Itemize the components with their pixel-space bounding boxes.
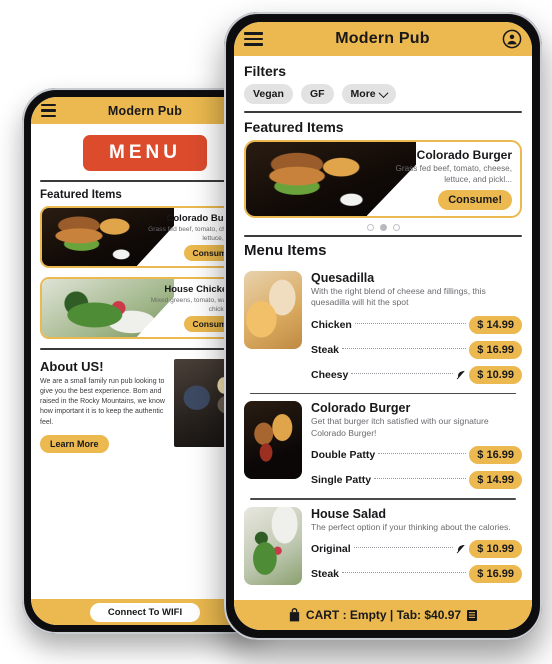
menu-option-label: Chicken (311, 318, 352, 331)
menu-option-row: Double Patty $ 16.99 (311, 445, 522, 464)
featured-heading: Featured Items (244, 119, 344, 135)
account-circle-icon[interactable] (502, 29, 522, 49)
menu-item-body: Colorado Burger Get that burger itch sat… (311, 401, 522, 489)
carousel-dot[interactable] (392, 224, 400, 231)
about-section: About US! We are a small family run pub … (40, 359, 250, 453)
dotted-leader (342, 571, 467, 573)
vegan-leaf-icon (456, 370, 466, 380)
menu-option-label: Steak (311, 567, 340, 580)
menu-item-desc: Get that burger itch satisfied with our … (311, 416, 489, 438)
menu-option-label: Double Patty (311, 448, 376, 461)
back-divider-2 (40, 348, 250, 350)
dotted-leader (342, 347, 467, 349)
front-app-body: Filters Vegan GF More Featured Items Col… (234, 56, 532, 600)
price-button[interactable]: $ 14.99 (469, 470, 522, 489)
vegan-leaf-icon (456, 544, 466, 554)
menu-option-label: Original (311, 542, 351, 555)
filters-divider (244, 111, 522, 113)
menu-option-label: Cheesy (311, 368, 349, 381)
menu-option-row: Single Patty $ 14.99 (311, 470, 522, 489)
hamburger-icon[interactable] (41, 104, 56, 117)
menu-item-body: House Salad The perfect option if your t… (311, 507, 522, 585)
menu-items-heading: Menu Items (244, 242, 327, 259)
front-app-header: Modern Pub (234, 22, 532, 56)
chevron-down-icon (378, 87, 389, 98)
menu-item-desc: With the right blend of cheese and filli… (311, 286, 486, 308)
front-phone-screen: Modern Pub Filters Vegan GF More Feature… (234, 22, 532, 630)
back-divider (40, 180, 250, 182)
cart-bottom-bar[interactable]: CART : Empty | Tab: $40.97 (234, 600, 532, 630)
consume-button[interactable]: Consume! (438, 190, 512, 210)
dotted-leader (374, 477, 467, 479)
menu-item-row[interactable]: House Salad The perfect option if your t… (244, 500, 522, 591)
shopping-bag-icon (289, 608, 300, 622)
filter-chip-label: Vegan (253, 88, 284, 100)
about-text-column: About US! We are a small family run pub … (40, 359, 166, 453)
featured-card[interactable]: Colorado Burger Grass fed beef, tomato, … (244, 140, 522, 218)
menu-option-row: Cheesy $ 10.99 (311, 365, 522, 384)
menu-option-row: Steak $ 16.99 (311, 340, 522, 359)
front-phone-device: Modern Pub Filters Vegan GF More Feature… (224, 12, 542, 640)
featured-item-desc: Grass fed beef, tomato, cheese, lettuce,… (395, 164, 512, 184)
filter-chip-label: GF (309, 88, 325, 100)
menu-item-name: Quesadilla (311, 271, 375, 285)
featured-item-name: Colorado Burger (416, 148, 512, 162)
menu-option-row: Chicken $ 14.99 (311, 315, 522, 334)
filter-chip-label: More (350, 88, 376, 100)
filter-chip-row: Vegan GF More (244, 84, 522, 104)
about-body-text: We are a small family run pub looking to… (40, 378, 165, 426)
menu-option-row: Original $ 10.99 (311, 539, 522, 558)
price-button[interactable]: $ 14.99 (469, 315, 522, 334)
dotted-leader (354, 322, 467, 324)
burger-photo (244, 401, 302, 480)
cart-status-text: CART : Empty | Tab: $40.97 (305, 608, 462, 622)
app-mockup-stage: Modern Pub MENU Featured Items Colorado … (0, 0, 552, 664)
salad-photo (244, 506, 302, 585)
hamburger-icon[interactable] (244, 32, 263, 46)
learn-more-button[interactable]: Learn More (40, 434, 109, 453)
menu-option-label: Steak (311, 343, 340, 356)
carousel-pagination (244, 224, 522, 231)
carousel-dot[interactable] (366, 224, 374, 231)
carousel-dot-active[interactable] (379, 224, 387, 231)
price-button[interactable]: $ 16.99 (469, 445, 522, 464)
price-button[interactable]: $ 16.99 (469, 564, 522, 583)
dotted-leader (351, 372, 454, 374)
menu-option-row: Steak $ 16.99 (311, 564, 522, 583)
receipt-icon (467, 609, 478, 621)
menu-item-body: Quesadilla With the right blend of chees… (311, 271, 522, 384)
dotted-leader (378, 452, 467, 454)
back-featured-card[interactable]: House Chicken S Mixed greens, tomato, wa… (40, 277, 250, 339)
price-button[interactable]: $ 10.99 (469, 539, 522, 558)
price-button[interactable]: $ 10.99 (469, 365, 522, 384)
back-page-title: Modern Pub (107, 103, 183, 118)
filters-heading: Filters (244, 63, 287, 79)
featured-divider (244, 235, 522, 237)
menu-option-label: Single Patty (311, 473, 372, 486)
filter-chip-vegan[interactable]: Vegan (244, 84, 293, 104)
menu-item-name: Colorado Burger (311, 401, 411, 416)
back-featured-card[interactable]: Colorado Burger Grass fed beef, tomato, … (40, 206, 250, 268)
menu-item-row[interactable]: Quesadilla With the right blend of chees… (244, 264, 522, 390)
filter-chip-more[interactable]: More (341, 84, 396, 104)
dotted-leader (353, 546, 454, 548)
featured-card-info: Colorado Burger Grass fed beef, tomato, … (372, 142, 520, 216)
menu-button[interactable]: MENU (83, 135, 207, 171)
menu-item-name: House Salad (311, 506, 387, 521)
back-featured-heading: Featured Items (40, 189, 122, 201)
price-button[interactable]: $ 16.99 (469, 340, 522, 359)
menu-item-row[interactable]: Colorado Burger Get that burger itch sat… (244, 394, 522, 495)
quesadilla-photo (244, 271, 302, 349)
about-heading: About US! (40, 359, 104, 374)
menu-item-desc: The perfect option if your thinking abou… (311, 521, 511, 532)
filter-chip-gf[interactable]: GF (300, 84, 334, 104)
page-title: Modern Pub (335, 30, 430, 47)
connect-wifi-button[interactable]: Connect To WIFI (89, 602, 201, 622)
